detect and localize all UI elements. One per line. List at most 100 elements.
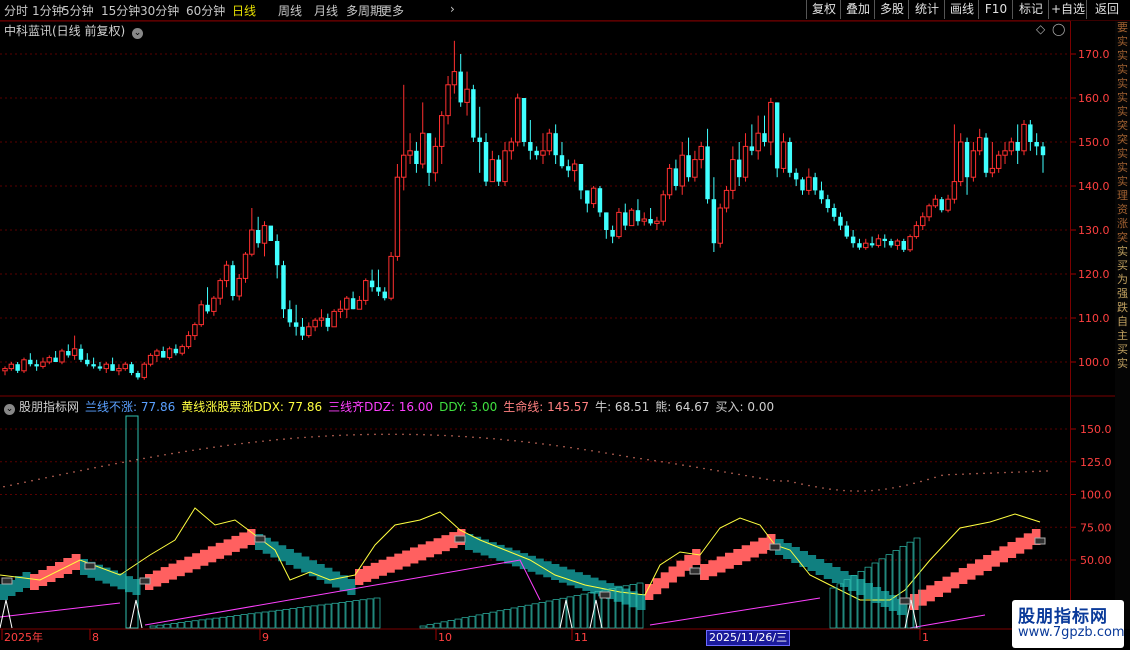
candle-body-down xyxy=(711,199,717,244)
candle-body-up xyxy=(432,145,439,174)
trend-dot xyxy=(668,462,670,464)
candle-body-down xyxy=(34,364,39,367)
trend-dot xyxy=(388,433,390,436)
histogram-bar xyxy=(566,596,574,629)
chart-canvas[interactable]: 170.0 160.0 150.0 140.0 130.0 120.0 110.0 100.0… xyxy=(0,0,1130,650)
trend-dot xyxy=(759,477,761,479)
ribbon-segment xyxy=(725,552,734,569)
ribbon-segment xyxy=(527,555,536,572)
candle-body-down xyxy=(850,236,856,244)
trend-dot xyxy=(486,437,488,440)
histogram-bar xyxy=(184,621,192,629)
trend-dot xyxy=(332,434,334,437)
candle-body-up xyxy=(185,335,192,348)
candle-body-up xyxy=(451,71,458,86)
ribbon-segment xyxy=(660,572,670,589)
histogram-bar xyxy=(240,614,248,629)
trend-dot xyxy=(430,434,432,436)
trend-dot xyxy=(10,484,12,486)
ribbon-segment xyxy=(386,556,395,573)
candle-body-up xyxy=(976,137,983,152)
trend-dot xyxy=(948,473,950,476)
trend-dot xyxy=(122,461,124,464)
ribbon-segment xyxy=(293,552,302,569)
candle-body-down xyxy=(483,142,489,182)
candle-body-down xyxy=(838,216,843,226)
candle-body-up xyxy=(660,194,666,222)
histogram-bar xyxy=(191,620,199,629)
candle-body-down xyxy=(496,159,501,182)
candle-body-up xyxy=(306,326,312,337)
histogram-bar xyxy=(440,621,448,629)
candle-body-down xyxy=(705,146,710,200)
trend-dot xyxy=(829,488,831,490)
histogram-bar xyxy=(226,616,234,629)
cross-marker xyxy=(1034,537,1046,545)
histogram-bar xyxy=(324,603,332,629)
cross-marker xyxy=(454,535,466,543)
trend-dot xyxy=(1025,470,1027,473)
histogram-bar xyxy=(205,618,213,629)
price-tick-label: 160.0 xyxy=(1078,92,1110,105)
histogram-bar xyxy=(482,613,490,629)
candle-body-down xyxy=(585,190,590,204)
candle-body-down xyxy=(376,287,381,292)
cross-marker xyxy=(599,591,611,599)
trend-dot xyxy=(220,445,222,448)
histogram-bar xyxy=(447,620,455,629)
histogram-bar xyxy=(296,607,304,629)
candle-body-down xyxy=(857,243,862,248)
trend-dot xyxy=(584,448,586,451)
candle-body-down xyxy=(325,318,331,327)
ribbon-segment xyxy=(652,578,662,595)
candle-body-up xyxy=(723,189,730,209)
price-tick-label: 100.0 xyxy=(1078,356,1110,369)
candle-body-up xyxy=(1002,150,1008,156)
trend-dot xyxy=(640,457,642,460)
side-strip-char: 突 xyxy=(1117,133,1128,146)
candle-body-up xyxy=(1021,123,1027,152)
histogram-bar xyxy=(503,609,511,629)
trend-dot xyxy=(17,482,19,485)
side-strip-char: 实 xyxy=(1117,63,1128,76)
candle-body-up xyxy=(166,348,173,359)
trend-dot xyxy=(157,455,159,457)
ribbon-segment xyxy=(758,537,768,554)
ribbon-segment xyxy=(239,532,248,549)
trend-dot xyxy=(682,464,684,466)
histogram-bar xyxy=(156,624,164,629)
side-strip-char: 突 xyxy=(1117,119,1128,132)
ribbon-segment xyxy=(950,572,960,589)
candle-body-up xyxy=(344,297,350,310)
side-strip-char: 实 xyxy=(1117,35,1128,48)
ribbon-segment xyxy=(856,579,865,595)
histogram-bar xyxy=(268,610,276,629)
histogram-bar xyxy=(580,593,588,629)
ribbon-segment xyxy=(324,567,333,584)
histogram-bar xyxy=(531,603,539,629)
trend-dot xyxy=(570,446,572,449)
candle-body-down xyxy=(477,137,482,142)
date-tick-label: 2025年 xyxy=(4,630,43,644)
ribbon-segment xyxy=(815,559,825,575)
candle-body-up xyxy=(698,145,704,161)
trend-dot xyxy=(241,442,243,445)
price-tick-label: 170.0 xyxy=(1078,48,1110,61)
cross-marker xyxy=(254,535,266,543)
histogram-bar xyxy=(310,605,318,629)
ribbon-segment xyxy=(958,568,968,584)
side-info-strip[interactable]: 要实实实实实实突突实实实理资涨突实买为强跌自主买实 xyxy=(1115,21,1130,629)
trend-dot xyxy=(969,473,971,475)
candle-body-down xyxy=(85,359,90,365)
trend-dot xyxy=(402,433,404,436)
candle-body-up xyxy=(755,132,761,152)
candle-body-down xyxy=(66,351,71,356)
trend-dot xyxy=(101,465,103,468)
candle-body-up xyxy=(926,205,932,218)
trend-dot xyxy=(171,452,173,455)
date-tick-label: 10 xyxy=(438,631,452,644)
ribbon-segment xyxy=(750,541,759,558)
trend-dot xyxy=(626,455,628,458)
trend-dot xyxy=(493,437,495,440)
histogram-bar xyxy=(454,618,462,629)
